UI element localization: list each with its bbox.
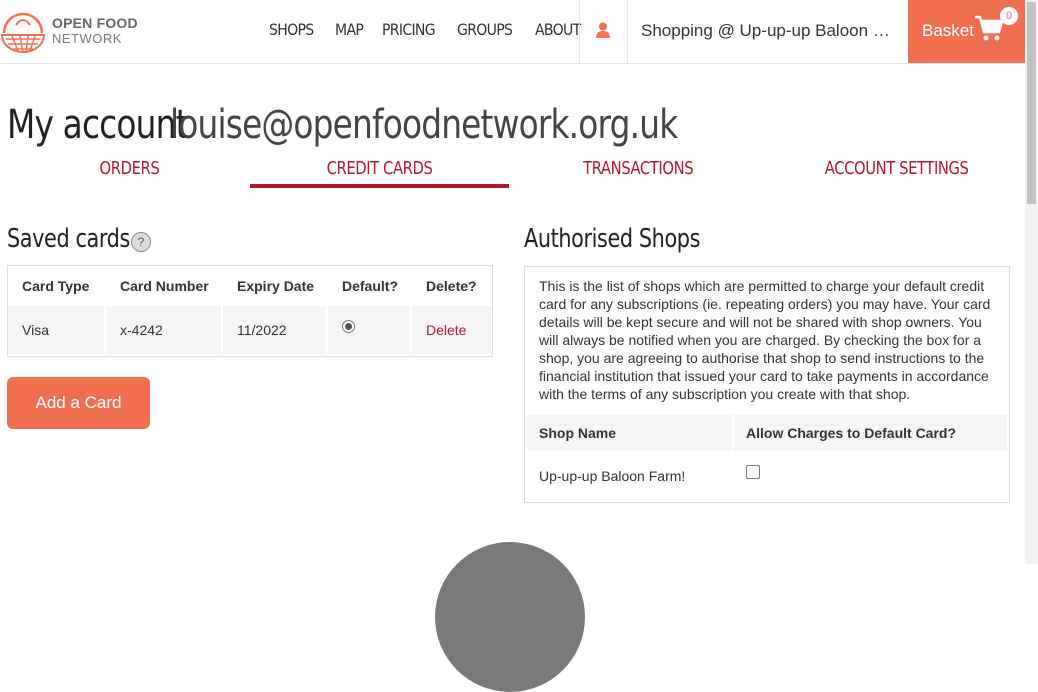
account-tabs: ORDERS CREDIT CARDS TRANSACTIONS ACCOUNT… [0,158,1025,190]
tab-transactions[interactable]: TRANSACTIONS [509,158,768,188]
authorised-shops-panel: This is the list of shops which are perm… [524,266,1010,503]
scrollbar-thumb[interactable] [1027,2,1036,204]
page-title-prefix: My account [7,102,188,148]
logo[interactable]: OPEN FOOD NETWORK [0,8,140,56]
logo-line-2: NETWORK [52,31,122,46]
tab-credit-cards[interactable]: CREDIT CARDS [250,158,509,188]
main-nav: SHOPS MAP PRICING GROUPS ABOUT [269,20,586,39]
tab-label: CREDIT CARDS [326,158,433,179]
nav-groups[interactable]: GROUPS [457,20,513,39]
card-type: Visa [8,306,104,354]
user-menu-button[interactable] [579,0,628,63]
allow-charges-cell [734,453,1007,499]
nav-about[interactable]: ABOUT [535,20,581,39]
tab-label: ORDERS [99,158,160,179]
current-shop-link[interactable]: Shopping @ Up-up-up Baloon Farm! [641,21,891,41]
page-title: My account louise@openfoodnetwork.org.uk [7,100,678,150]
delete-cell: Delete [412,306,492,354]
column-header: Default? [342,278,398,294]
page-scrollbar[interactable] [1025,0,1038,564]
delete-card-link[interactable]: Delete [426,322,466,338]
tab-label: ACCOUNT SETTINGS [824,158,969,179]
footer-decoration [435,542,585,692]
column-header: Delete? [426,278,477,294]
top-navigation-bar: OPEN FOOD NETWORK SHOPS MAP PRICING GROU… [0,0,1025,64]
basket-label: Basket [922,21,974,40]
table-row: Up-up-up Baloon Farm! [527,453,1007,499]
saved-cards-table: Card Type Card Number Expiry Date Defaul… [7,265,493,357]
user-icon [596,22,610,38]
column-header: Expiry Date [237,278,315,294]
logo-line-1: OPEN FOOD [52,15,138,31]
card-number: x-4242 [106,306,221,354]
table-row: Visa x-4242 11/2022 Delete [8,306,492,354]
tab-orders[interactable]: ORDERS [0,158,259,188]
allow-charges-checkbox[interactable] [746,465,760,479]
ofn-logo-icon [0,12,46,54]
card-expiry: 11/2022 [223,306,326,354]
add-card-button[interactable]: Add a Card [7,377,150,429]
shop-name: Up-up-up Baloon Farm! [539,468,686,484]
column-header: Card Number [120,278,209,294]
tab-label: TRANSACTIONS [583,158,694,179]
column-header: Card Type [22,278,90,294]
nav-pricing[interactable]: PRICING [382,20,436,39]
authorised-shops-description: This is the list of shops which are perm… [539,278,991,402]
table-header-row: Card Type Card Number Expiry Date Defaul… [8,266,492,306]
saved-cards-heading: Saved cards [7,224,130,254]
authorised-shops-heading: Authorised Shops [524,224,701,254]
column-header: Shop Name [527,415,732,451]
nav-shops[interactable]: SHOPS [269,20,314,39]
tab-account-settings[interactable]: ACCOUNT SETTINGS [767,158,1026,188]
account-email: louise@openfoodnetwork.org.uk [170,102,678,148]
default-cell [328,306,410,354]
table-header-row: Shop Name Allow Charges to Default Card? [527,415,1007,451]
column-header: Allow Charges to Default Card? [734,415,1007,451]
basket-button[interactable]: Basket 0 [908,0,1025,63]
help-icon[interactable]: ? [131,232,151,252]
nav-map[interactable]: MAP [335,20,364,39]
basket-count-badge: 0 [1000,7,1018,25]
default-card-radio[interactable] [342,319,355,333]
logo-text: OPEN FOOD NETWORK [52,15,138,47]
